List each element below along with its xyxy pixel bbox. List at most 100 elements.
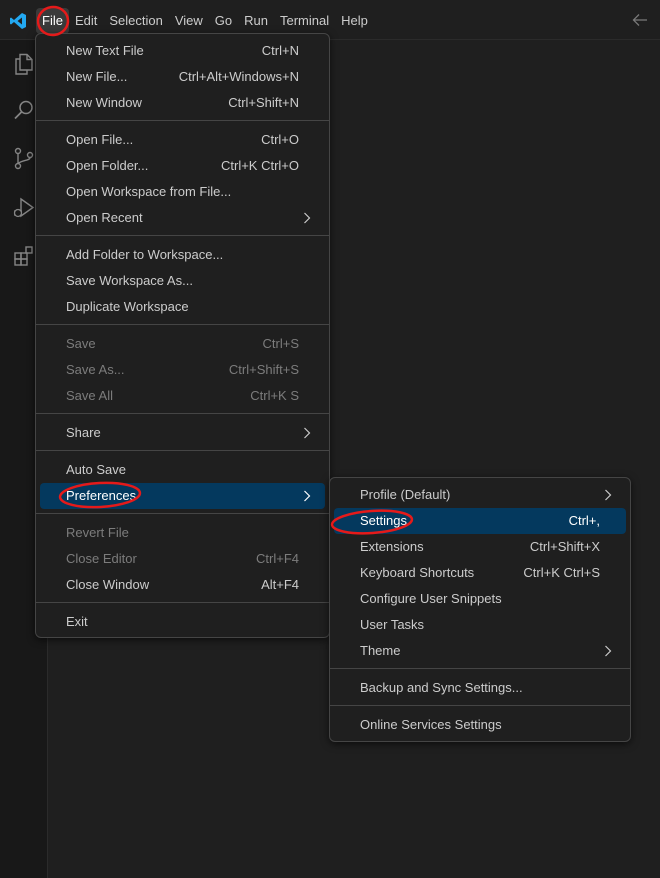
menu-edit[interactable]: Edit	[69, 8, 103, 34]
menu-help[interactable]: Help	[335, 8, 374, 34]
menu-item-preferences[interactable]: Preferences	[40, 483, 325, 509]
menu-item-duplicate-workspace[interactable]: Duplicate Workspace	[40, 294, 325, 320]
file-menu: New Text File Ctrl+N New File... Ctrl+Al…	[35, 33, 330, 638]
run-debug-icon[interactable]	[12, 196, 36, 220]
menu-item-label: Extensions	[360, 539, 424, 554]
vscode-logo-icon[interactable]	[9, 12, 27, 30]
menu-item-revert-file[interactable]: Revert File	[40, 520, 325, 546]
menu-item-label: Theme	[360, 643, 401, 658]
menu-item-label: Preferences	[66, 488, 137, 503]
menu-item-shortcut: Ctrl+O	[261, 132, 299, 147]
menu-item-save[interactable]: Save Ctrl+S	[40, 331, 325, 357]
menu-item-label: Settings	[360, 513, 407, 528]
chevron-right-icon	[605, 489, 612, 501]
menu-file[interactable]: File	[36, 8, 69, 34]
menu-separator	[330, 668, 630, 669]
menu-item-label: Close Editor	[66, 551, 137, 566]
menu-item-shortcut: Ctrl+F4	[256, 551, 299, 566]
menu-item-label: Save As...	[66, 362, 125, 377]
menu-item-label: New Text File	[66, 43, 144, 58]
menu-item-extensions[interactable]: Extensions Ctrl+Shift+X	[334, 534, 626, 560]
menu-separator	[36, 413, 329, 414]
menu-selection[interactable]: Selection	[103, 8, 168, 34]
chevron-right-icon	[605, 645, 612, 657]
menu-terminal[interactable]: Terminal	[274, 8, 335, 34]
menu-item-label: Open File...	[66, 132, 134, 147]
menu-separator	[36, 450, 329, 451]
menu-item-close-editor[interactable]: Close Editor Ctrl+F4	[40, 546, 325, 572]
menu-item-user-tasks[interactable]: User Tasks	[334, 612, 626, 638]
menu-item-label: Save All	[66, 388, 113, 403]
menu-item-user-snippets[interactable]: Configure User Snippets	[334, 586, 626, 612]
menu-item-online-services[interactable]: Online Services Settings	[334, 712, 626, 738]
menu-item-save-as[interactable]: Save As... Ctrl+Shift+S	[40, 357, 325, 383]
menu-item-save-all[interactable]: Save All Ctrl+K S	[40, 383, 325, 409]
menu-item-open-recent[interactable]: Open Recent	[40, 205, 325, 231]
menu-item-label: Save Workspace As...	[66, 273, 193, 288]
menu-item-shortcut: Ctrl+Shift+X	[529, 539, 600, 554]
menu-item-label: Open Folder...	[66, 158, 149, 173]
menu-item-backup-sync[interactable]: Backup and Sync Settings...	[334, 675, 626, 701]
menu-item-shortcut: Ctrl+Shift+S	[228, 362, 299, 377]
menu-item-shortcut: Ctrl+K Ctrl+O	[220, 158, 299, 173]
menu-item-shortcut: Ctrl+Shift+N	[228, 95, 299, 110]
menu-item-label: Auto Save	[66, 462, 126, 477]
menu-item-share[interactable]: Share	[40, 420, 325, 446]
menu-go[interactable]: Go	[209, 8, 238, 34]
menu-item-shortcut: Ctrl+,	[568, 513, 600, 528]
back-arrow-icon[interactable]	[632, 13, 648, 27]
menu-item-close-window[interactable]: Close Window Alt+F4	[40, 572, 325, 598]
menu-item-label: Share	[66, 425, 101, 440]
menu-item-new-file[interactable]: New File... Ctrl+Alt+Windows+N	[40, 64, 325, 90]
menu-run[interactable]: Run	[238, 8, 274, 34]
extensions-icon[interactable]	[12, 244, 36, 268]
menu-item-label: Open Workspace from File...	[66, 184, 232, 199]
menu-separator	[36, 602, 329, 603]
menu-item-label: Configure User Snippets	[360, 591, 502, 606]
menu-item-new-window[interactable]: New Window Ctrl+Shift+N	[40, 90, 325, 116]
menu-item-label: Exit	[66, 614, 88, 629]
menu-item-shortcut: Alt+F4	[261, 577, 299, 592]
menu-separator	[36, 120, 329, 121]
explorer-icon[interactable]	[12, 52, 36, 76]
menu-item-exit[interactable]: Exit	[40, 609, 325, 635]
menu-item-open-workspace[interactable]: Open Workspace from File...	[40, 179, 325, 205]
menu-item-settings[interactable]: Settings Ctrl+,	[334, 508, 626, 534]
menu-bar: File Edit Selection View Go Run Terminal…	[36, 8, 374, 34]
preferences-submenu: Profile (Default) Settings Ctrl+, Extens…	[329, 477, 631, 742]
menu-separator	[36, 513, 329, 514]
menu-item-add-folder[interactable]: Add Folder to Workspace...	[40, 242, 325, 268]
menu-item-shortcut: Ctrl+Alt+Windows+N	[178, 69, 299, 84]
menu-separator	[330, 705, 630, 706]
menu-item-open-folder[interactable]: Open Folder... Ctrl+K Ctrl+O	[40, 153, 325, 179]
menu-view[interactable]: View	[169, 8, 209, 34]
menu-item-label: New Window	[66, 95, 142, 110]
menu-item-label: Add Folder to Workspace...	[66, 247, 224, 262]
menu-item-label: Close Window	[66, 577, 150, 592]
menu-item-label: Backup and Sync Settings...	[360, 680, 523, 695]
menu-separator	[36, 324, 329, 325]
menu-item-keyboard-shortcuts[interactable]: Keyboard Shortcuts Ctrl+K Ctrl+S	[334, 560, 626, 586]
menu-item-label: New File...	[66, 69, 128, 84]
chevron-right-icon	[304, 212, 311, 224]
chevron-right-icon	[304, 490, 311, 502]
menu-item-label: Profile (Default)	[360, 487, 451, 502]
search-icon[interactable]	[12, 98, 36, 122]
menu-item-profile[interactable]: Profile (Default)	[334, 482, 626, 508]
menu-item-label: Keyboard Shortcuts	[360, 565, 475, 580]
chevron-right-icon	[304, 427, 311, 439]
menu-item-open-file[interactable]: Open File... Ctrl+O	[40, 127, 325, 153]
menu-item-label: Duplicate Workspace	[66, 299, 189, 314]
menu-item-shortcut: Ctrl+N	[261, 43, 299, 58]
menu-item-theme[interactable]: Theme	[334, 638, 626, 664]
menu-item-label: Save	[66, 336, 96, 351]
menu-item-label: User Tasks	[360, 617, 425, 632]
menu-item-new-text-file[interactable]: New Text File Ctrl+N	[40, 38, 325, 64]
menu-item-save-workspace-as[interactable]: Save Workspace As...	[40, 268, 325, 294]
menu-item-label: Online Services Settings	[360, 717, 502, 732]
menu-item-auto-save[interactable]: Auto Save	[40, 457, 325, 483]
menu-item-label: Open Recent	[66, 210, 143, 225]
menu-item-shortcut: Ctrl+K S	[250, 388, 299, 403]
source-control-icon[interactable]	[12, 146, 36, 170]
menu-item-shortcut: Ctrl+K Ctrl+S	[523, 565, 600, 580]
